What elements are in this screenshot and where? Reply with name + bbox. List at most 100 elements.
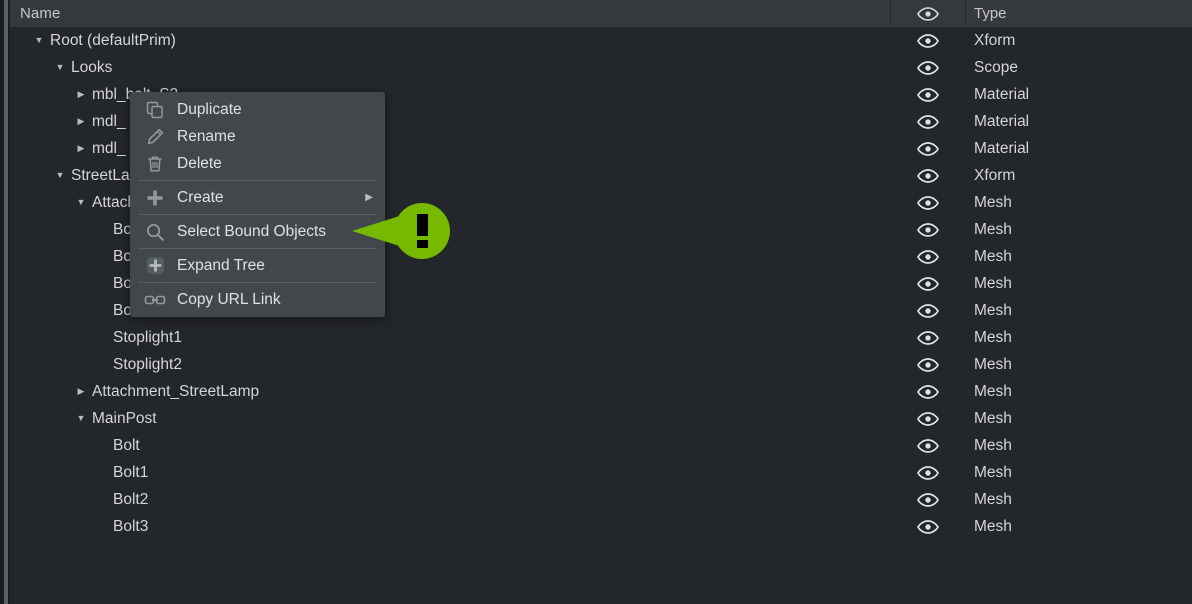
visibility-toggle[interactable] bbox=[890, 243, 966, 270]
tree-row-label: Bolt2 bbox=[113, 490, 149, 508]
tree-row[interactable]: ▼ Looks Scope bbox=[10, 54, 1192, 81]
context-menu-separator bbox=[138, 282, 377, 283]
context-menu-item-label: Expand Tree bbox=[177, 256, 265, 274]
vertical-scrollbar-thumb[interactable] bbox=[4, 0, 8, 604]
tree-row-type: Material bbox=[974, 139, 1030, 157]
tree-row-name-cell[interactable]: ▼ Root (defaultPrim) bbox=[10, 27, 890, 54]
context-menu-item-label: Rename bbox=[177, 127, 236, 145]
eye-icon bbox=[917, 249, 939, 264]
tree-row-type: Mesh bbox=[974, 409, 1012, 427]
eye-icon bbox=[917, 33, 939, 48]
vertical-scrollbar[interactable] bbox=[0, 0, 10, 604]
eye-icon bbox=[917, 384, 939, 399]
tree-row[interactable]: Bolt1 Mesh bbox=[10, 459, 1192, 486]
context-menu-item[interactable]: Duplicate bbox=[130, 96, 385, 123]
eye-icon bbox=[917, 357, 939, 372]
tree-row-type: Mesh bbox=[974, 274, 1012, 292]
stage-tree-panel: Name Type ▼ Root (defaultPrim) Xform ▼ Looks… bbox=[0, 0, 1192, 604]
chevron-right-icon[interactable]: ▶ bbox=[72, 378, 90, 405]
eye-icon bbox=[917, 6, 939, 21]
tree-row-name-cell[interactable]: ▼ MainPost bbox=[10, 405, 890, 432]
tree-row-name-cell[interactable]: Bolt3 bbox=[10, 513, 890, 540]
chevron-right-icon[interactable]: ▶ bbox=[72, 108, 90, 135]
tree-row-name-cell[interactable]: Bolt bbox=[10, 432, 890, 459]
tree-row[interactable]: ▼ MainPost Mesh bbox=[10, 405, 1192, 432]
visibility-toggle[interactable] bbox=[890, 162, 966, 189]
chevron-down-icon[interactable]: ▼ bbox=[51, 162, 69, 189]
tree-row-type: Mesh bbox=[974, 463, 1012, 481]
eye-icon bbox=[917, 465, 939, 480]
tree-row-type: Mesh bbox=[974, 247, 1012, 265]
tree-row-name-cell[interactable]: Bolt2 bbox=[10, 486, 890, 513]
visibility-toggle[interactable] bbox=[890, 81, 966, 108]
tree-row-label: Bolt1 bbox=[113, 463, 149, 481]
tree-row-label: Stoplight1 bbox=[113, 328, 182, 346]
visibility-toggle[interactable] bbox=[890, 135, 966, 162]
visibility-toggle[interactable] bbox=[890, 216, 966, 243]
tree-row-name-cell[interactable]: Stoplight2 bbox=[10, 351, 890, 378]
link-icon bbox=[142, 286, 168, 313]
visibility-toggle[interactable] bbox=[890, 27, 966, 54]
column-header-name[interactable]: Name bbox=[10, 5, 890, 22]
column-header-type[interactable]: Type bbox=[966, 5, 1192, 22]
column-header-row: Name Type bbox=[10, 0, 1192, 27]
visibility-toggle[interactable] bbox=[890, 324, 966, 351]
visibility-toggle[interactable] bbox=[890, 459, 966, 486]
tree-row-label: Attachment_StreetLamp bbox=[92, 382, 260, 400]
visibility-toggle[interactable] bbox=[890, 378, 966, 405]
visibility-toggle[interactable] bbox=[890, 189, 966, 216]
context-menu-item[interactable]: Expand Tree bbox=[130, 252, 385, 279]
pencil-icon bbox=[142, 123, 168, 150]
tree-row[interactable]: Bolt Mesh bbox=[10, 432, 1192, 459]
visibility-toggle[interactable] bbox=[890, 270, 966, 297]
visibility-toggle[interactable] bbox=[890, 432, 966, 459]
tree-row-type: Xform bbox=[974, 166, 1016, 184]
context-menu[interactable]: Duplicate Rename Delete Create ▶ Select Bound… bbox=[130, 92, 385, 317]
tree-row[interactable]: ▼ Root (defaultPrim) Xform bbox=[10, 27, 1192, 54]
eye-icon bbox=[917, 492, 939, 507]
tree-row[interactable]: Stoplight2 Mesh bbox=[10, 351, 1192, 378]
tree-row-type: Mesh bbox=[974, 328, 1012, 346]
tree-row-type: Mesh bbox=[974, 490, 1012, 508]
tree-row-type: Mesh bbox=[974, 382, 1012, 400]
tree-row-name-cell[interactable]: ▶ Attachment_StreetLamp bbox=[10, 378, 890, 405]
visibility-toggle[interactable] bbox=[890, 108, 966, 135]
tree-row[interactable]: Stoplight1 Mesh bbox=[10, 324, 1192, 351]
tree-row[interactable]: ▶ Attachment_StreetLamp Mesh bbox=[10, 378, 1192, 405]
context-menu-item[interactable]: Create ▶ bbox=[130, 184, 385, 211]
tree-row-type: Scope bbox=[974, 58, 1018, 76]
tree-row[interactable]: Bolt2 Mesh bbox=[10, 486, 1192, 513]
tree-row-name-cell[interactable]: ▼ Looks bbox=[10, 54, 890, 81]
visibility-toggle[interactable] bbox=[890, 486, 966, 513]
magnifier-icon bbox=[142, 218, 168, 245]
chevron-down-icon[interactable]: ▼ bbox=[51, 54, 69, 81]
context-menu-item[interactable]: Rename bbox=[130, 123, 385, 150]
chevron-right-icon[interactable]: ▶ bbox=[72, 81, 90, 108]
visibility-toggle[interactable] bbox=[890, 54, 966, 81]
context-menu-item[interactable]: Copy URL Link bbox=[130, 286, 385, 313]
eye-icon bbox=[917, 438, 939, 453]
visibility-toggle[interactable] bbox=[890, 513, 966, 540]
tree-row-type: Mesh bbox=[974, 355, 1012, 373]
context-menu-item[interactable]: Select Bound Objects bbox=[130, 218, 385, 245]
tree-row-name-cell[interactable]: Stoplight1 bbox=[10, 324, 890, 351]
tree-row-name-cell[interactable]: Bolt1 bbox=[10, 459, 890, 486]
chevron-right-icon[interactable]: ▶ bbox=[72, 135, 90, 162]
visibility-toggle[interactable] bbox=[890, 297, 966, 324]
visibility-toggle[interactable] bbox=[890, 405, 966, 432]
tree-row-type: Mesh bbox=[974, 301, 1012, 319]
chevron-down-icon[interactable]: ▼ bbox=[30, 27, 48, 54]
chevron-down-icon[interactable]: ▼ bbox=[72, 405, 90, 432]
tree-row[interactable]: Bolt3 Mesh bbox=[10, 513, 1192, 540]
visibility-toggle[interactable] bbox=[890, 351, 966, 378]
context-menu-item[interactable]: Delete bbox=[130, 150, 385, 177]
column-header-visibility[interactable] bbox=[890, 0, 966, 27]
tree-row-label: Bolt3 bbox=[113, 517, 149, 535]
eye-icon bbox=[917, 330, 939, 345]
chevron-down-icon[interactable]: ▼ bbox=[72, 189, 90, 216]
